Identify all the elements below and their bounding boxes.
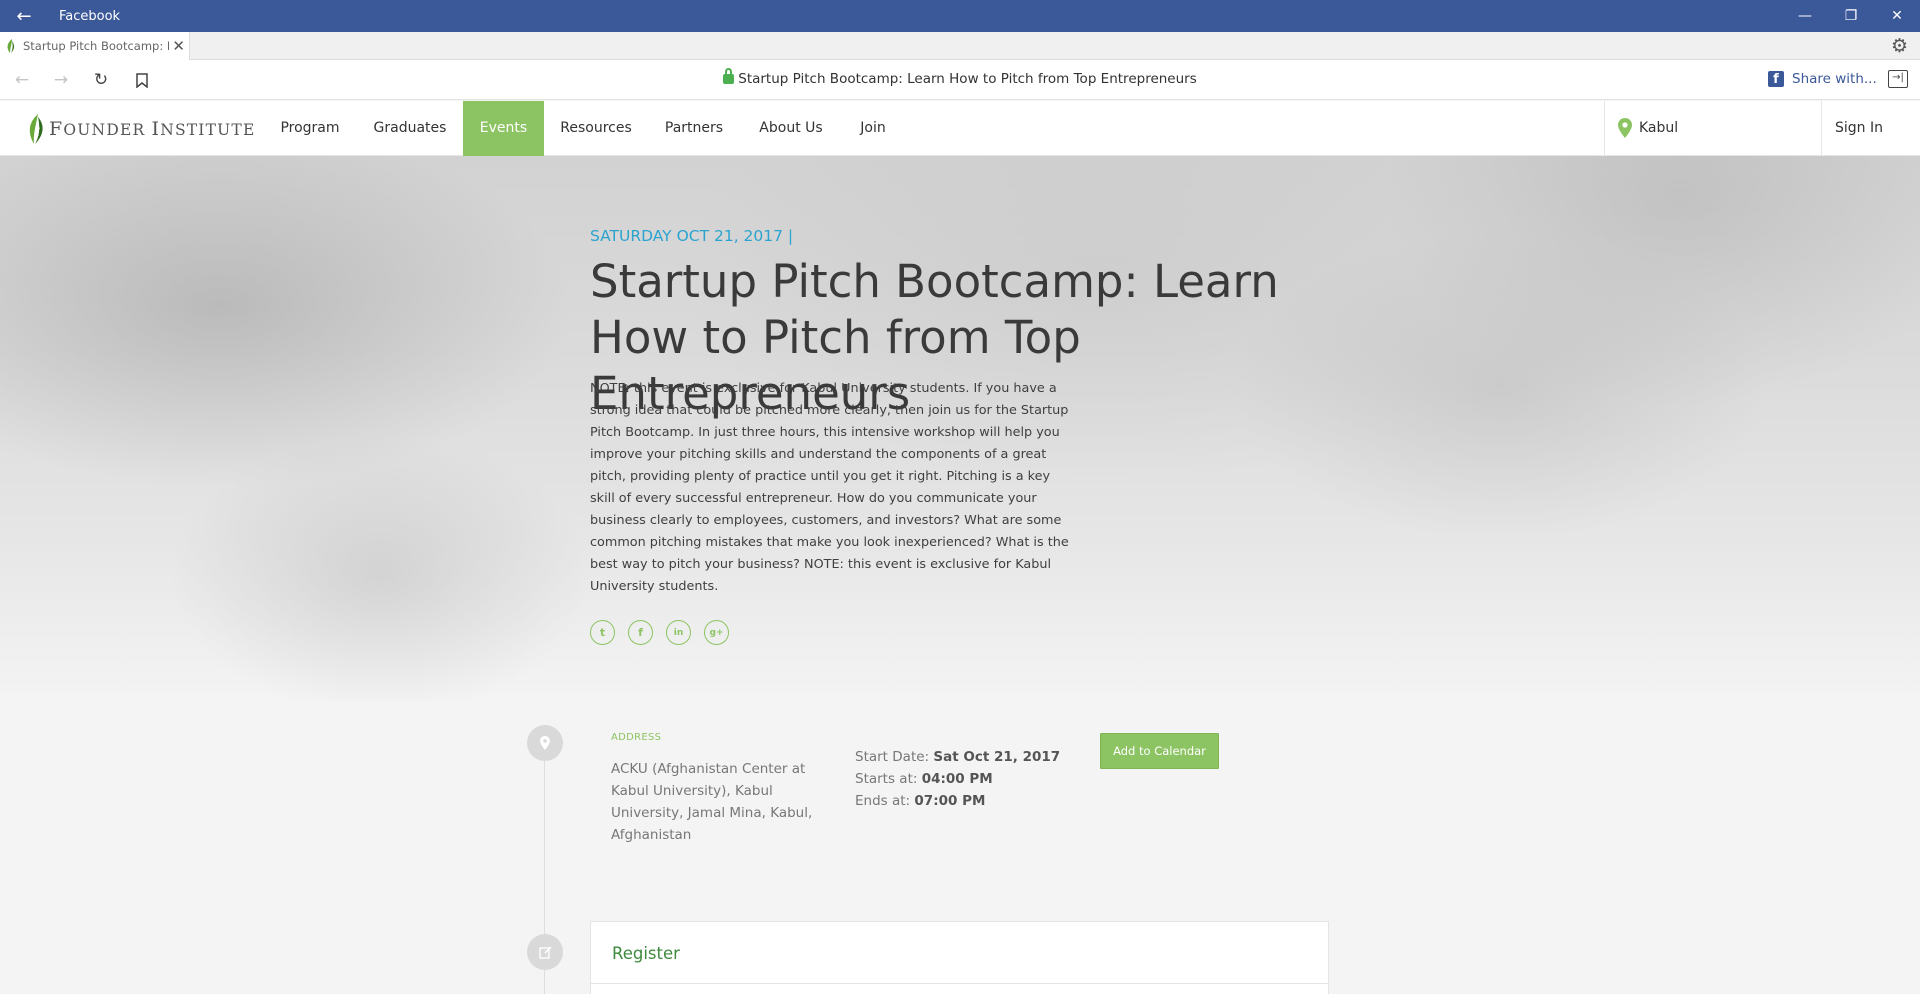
sidebar-toggle-icon[interactable]: →|: [1888, 70, 1908, 88]
lock-icon: [723, 68, 735, 84]
back-arrow-icon[interactable]: ←: [0, 0, 48, 32]
restore-icon[interactable]: ❐: [1828, 0, 1874, 32]
starts-at-label: Starts at:: [855, 771, 918, 787]
app-title: Facebook: [59, 8, 121, 24]
leaf-favicon-icon: [7, 39, 15, 53]
nav-graduates[interactable]: Graduates: [366, 101, 454, 156]
minimize-icon[interactable]: —: [1782, 0, 1828, 32]
start-date-value: Sat Oct 21, 2017: [933, 749, 1061, 765]
nav-join[interactable]: Join: [858, 101, 888, 156]
event-schedule: Start Date: Sat Oct 21, 2017 Starts at: …: [855, 746, 1060, 812]
page-title-display: Startup Pitch Bootcamp: Learn How to Pit…: [0, 68, 1920, 87]
register-title: Register: [612, 944, 680, 963]
nav-partners[interactable]: Partners: [662, 101, 726, 156]
share-button[interactable]: f Share with...: [1768, 71, 1877, 87]
window-titlebar: ← Facebook — ❐ ✕: [0, 0, 1920, 32]
edit-icon: [527, 934, 563, 970]
location-pin-icon: [1618, 118, 1632, 138]
linkedin-icon[interactable]: in: [666, 620, 691, 645]
close-window-icon[interactable]: ✕: [1874, 0, 1920, 32]
event-description: NOTE: this event is exclusive for Kabul …: [590, 381, 1069, 594]
site-navigation: f FOUNDER INSTITUTE Program Graduates Ev…: [0, 101, 1920, 156]
location-label: Kabul: [1639, 120, 1679, 136]
event-hero: SATURDAY OCT 21, 2017 | Startup Pitch Bo…: [0, 156, 1920, 701]
register-card: Register: [590, 921, 1329, 994]
tab-close-icon[interactable]: ✕: [172, 37, 185, 55]
add-to-calendar-button[interactable]: Add to Calendar: [1100, 733, 1219, 769]
twitter-icon[interactable]: t: [590, 620, 615, 645]
nav-program[interactable]: Program: [272, 101, 348, 156]
start-date-label: Start Date:: [855, 749, 930, 765]
ends-at-label: Ends at:: [855, 793, 911, 809]
browser-tab[interactable]: Startup Pitch Bootcamp: Learn How to Pit…: [0, 32, 190, 60]
nav-events[interactable]: Events: [463, 101, 544, 156]
address-text: ACKU (Afghanistan Center at Kabul Univer…: [611, 761, 813, 843]
facebook-icon: f: [1768, 71, 1784, 87]
page-title-text: Startup Pitch Bootcamp: Learn How to Pit…: [738, 71, 1197, 87]
starts-at-row: Starts at: 04:00 PM: [855, 768, 1060, 790]
nav-about-us[interactable]: About Us: [756, 101, 826, 156]
facebook-icon[interactable]: f: [628, 620, 653, 645]
gear-icon[interactable]: ⚙: [1891, 35, 1908, 57]
event-date: SATURDAY OCT 21, 2017 |: [590, 227, 794, 245]
nav-resources[interactable]: Resources: [557, 101, 635, 156]
logo-wordmark: FOUNDER INSTITUTE: [49, 118, 256, 140]
tab-strip: Startup Pitch Bootcamp: Learn How to Pit…: [0, 32, 1920, 60]
sign-in-link[interactable]: Sign In: [1835, 101, 1883, 156]
ends-at-value: 07:00 PM: [914, 793, 986, 809]
founder-institute-logo[interactable]: f FOUNDER INSTITUTE: [27, 111, 255, 147]
map-marker-icon: [527, 725, 563, 761]
share-label: Share with...: [1792, 71, 1877, 87]
start-date-row: Start Date: Sat Oct 21, 2017: [855, 746, 1060, 768]
google-plus-icon[interactable]: g+: [704, 620, 729, 645]
leaf-logo-icon: f: [29, 114, 43, 144]
tab-label: Startup Pitch Bootcamp: Learn How to Pit…: [23, 39, 169, 53]
address-bar: ← → ↻ Startup Pitch Bootcamp: Learn How …: [0, 60, 1920, 100]
ends-at-row: Ends at: 07:00 PM: [855, 790, 1060, 812]
address-label: ADDRESS: [611, 732, 662, 743]
starts-at-value: 04:00 PM: [921, 771, 993, 787]
location-selector[interactable]: Kabul: [1604, 101, 1822, 156]
register-divider: [591, 983, 1328, 984]
social-share-buttons: t f in g+: [590, 620, 742, 645]
